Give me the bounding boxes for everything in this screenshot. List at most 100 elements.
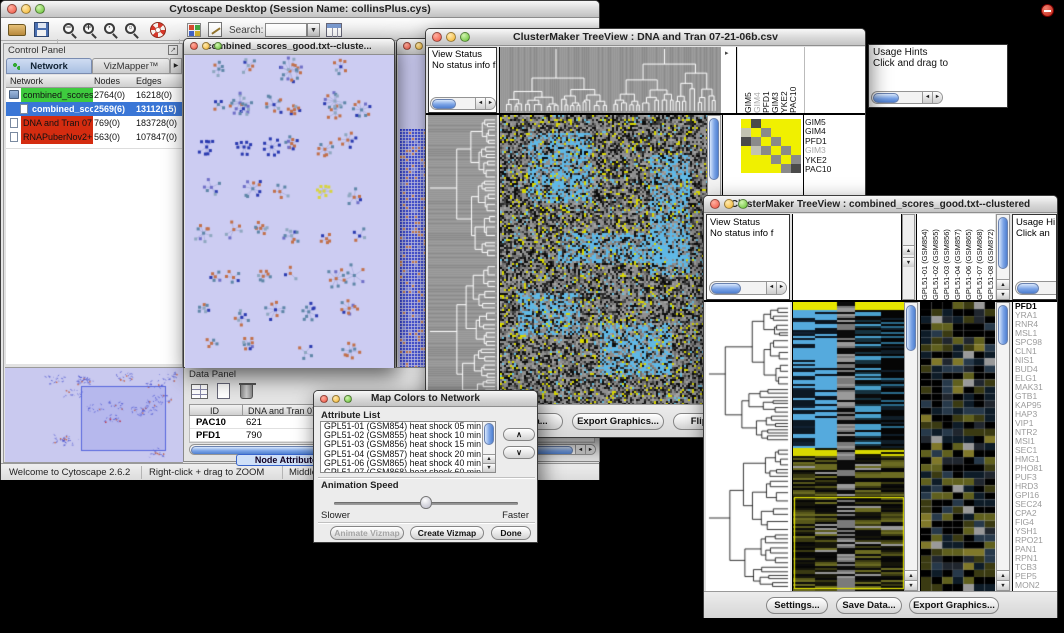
attribute-up-button[interactable]: ∧ xyxy=(503,428,535,441)
matrix-cell[interactable] xyxy=(741,146,751,155)
matrix-cell[interactable] xyxy=(741,128,751,137)
scroll-left-icon[interactable]: ◄ xyxy=(922,92,932,103)
matrix-cell[interactable] xyxy=(741,155,751,164)
table-browser-icon[interactable] xyxy=(326,23,342,37)
scroll-right-icon[interactable]: ► xyxy=(932,92,942,103)
matrix-cell[interactable] xyxy=(781,137,791,146)
tab-network[interactable]: Network xyxy=(6,58,92,74)
scroll-down-icon[interactable]: ▼ xyxy=(905,580,917,590)
zoom-fit-icon[interactable]: ▫ xyxy=(125,23,136,34)
gene-label[interactable]: ELG1 xyxy=(1015,374,1057,383)
tv2-settings-button[interactable]: Settings... xyxy=(766,597,828,614)
matrix-cell[interactable] xyxy=(791,119,801,128)
gene-label[interactable]: NIS1 xyxy=(1015,356,1057,365)
matrix-cell[interactable] xyxy=(791,155,801,164)
attribute-vscroll-thumb[interactable] xyxy=(484,423,494,445)
birdseye-view[interactable] xyxy=(5,367,183,462)
tv2-heatmap-vscroll-thumb[interactable] xyxy=(906,305,916,351)
gene-label[interactable]: KAP95 xyxy=(1015,401,1057,410)
tv2-gene-list[interactable]: PFD1YRA1RNR4MSL1SPC98CLN1NIS1BUD4ELG1MAK… xyxy=(1012,302,1057,591)
tab-more-button[interactable]: ▶ xyxy=(170,58,182,74)
treeview2-window-controls[interactable] xyxy=(710,199,748,209)
zoom-window-icon[interactable] xyxy=(35,4,45,14)
gene-label[interactable]: MAK31 xyxy=(1015,383,1057,392)
tv2-zoom-heatmap[interactable] xyxy=(920,302,994,591)
matrix-cell[interactable] xyxy=(771,137,781,146)
map-dialog-titlebar[interactable]: Map Colors to Network xyxy=(314,391,537,407)
matrix-cell[interactable] xyxy=(761,164,771,173)
annotation-icon[interactable] xyxy=(208,22,222,37)
map-dialog-window-controls[interactable] xyxy=(320,395,352,403)
matrix-cell[interactable] xyxy=(781,128,791,137)
zoom-out-icon[interactable]: − xyxy=(63,23,74,34)
attribute-item[interactable]: GPL51-03 (GSM856) heat shock 15 min xyxy=(321,440,481,449)
gene-label[interactable]: NTR2 xyxy=(1015,428,1057,437)
attribute-vscrollbar[interactable]: ▲ ▼ xyxy=(482,422,495,472)
fragment-hscroll-thumb[interactable] xyxy=(873,93,899,103)
gene-label[interactable]: HMG1 xyxy=(1015,455,1057,464)
tv2-collabel-vscroll-thumb[interactable] xyxy=(998,217,1008,269)
gene-label[interactable]: CLN1 xyxy=(1015,347,1057,356)
minimize-icon[interactable] xyxy=(724,199,734,209)
scroll-right-icon[interactable]: ► xyxy=(585,445,595,454)
tv2-heatmap-vscrollbar[interactable]: ▲ ▼ xyxy=(904,302,918,591)
tv2-colarea-arrows[interactable]: ▲ ▼ xyxy=(902,214,915,300)
tv2-global-heatmap[interactable] xyxy=(792,302,904,591)
matrix-cell[interactable] xyxy=(741,137,751,146)
attribute-down-button[interactable]: ∨ xyxy=(503,446,535,459)
network-row[interactable]: combined_sco2569(6)13112(15) xyxy=(6,102,182,116)
zoom-window-icon[interactable] xyxy=(460,32,470,42)
close-icon[interactable] xyxy=(320,395,328,403)
scroll-left-icon[interactable]: ◄ xyxy=(766,282,776,294)
gene-label[interactable]: YSH1 xyxy=(1015,527,1057,536)
tv2-export-graphics-button[interactable]: Export Graphics... xyxy=(909,597,999,614)
treeview2-titlebar[interactable]: ClusterMaker TreeView : combined_scores_… xyxy=(704,196,1057,213)
gene-label[interactable]: PHO81 xyxy=(1015,464,1057,473)
close-icon[interactable] xyxy=(190,42,198,50)
treeview1-titlebar[interactable]: ClusterMaker TreeView : DNA and Tran 07-… xyxy=(426,29,865,46)
gene-label[interactable]: SPC98 xyxy=(1015,338,1057,347)
minimize-icon[interactable] xyxy=(446,32,456,42)
scroll-left-icon[interactable]: ◄ xyxy=(475,98,485,109)
gene-label[interactable]: TCB3 xyxy=(1015,563,1057,572)
zoom-window-icon[interactable] xyxy=(344,395,352,403)
matrix-cell[interactable] xyxy=(761,128,771,137)
help-lifering-icon[interactable] xyxy=(150,22,166,38)
search-dropdown[interactable]: ▼ xyxy=(307,23,320,37)
attribute-item[interactable]: GPL51-01 (GSM854) heat shock 05 min xyxy=(321,422,481,431)
minimize-icon[interactable] xyxy=(21,4,31,14)
gene-label[interactable]: HAP3 xyxy=(1015,410,1057,419)
matrix-cell[interactable] xyxy=(771,119,781,128)
gene-label[interactable]: CPA2 xyxy=(1015,509,1057,518)
gene-label[interactable]: MSL1 xyxy=(1015,329,1057,338)
matrix-cell[interactable] xyxy=(751,146,761,155)
matrix-cell[interactable] xyxy=(761,137,771,146)
gene-label[interactable]: BUD4 xyxy=(1015,365,1057,374)
matrix-cell[interactable] xyxy=(771,128,781,137)
matrix-cell[interactable] xyxy=(751,164,761,173)
network1-window-controls[interactable] xyxy=(190,42,222,50)
gene-label[interactable]: SEC24 xyxy=(1015,500,1057,509)
zoom-window-icon[interactable] xyxy=(738,199,748,209)
tv2-status-hscrollbar[interactable]: ◄ ► xyxy=(709,281,787,295)
tv2-zoom-vscroll-thumb[interactable] xyxy=(998,305,1008,345)
close-icon[interactable] xyxy=(403,42,411,50)
create-vizmap-button[interactable]: Create Vizmap xyxy=(410,526,484,540)
network-row[interactable]: RNAPuberNov2+!563(0)107847(0) xyxy=(6,130,182,144)
dp-new-doc-icon[interactable] xyxy=(217,383,230,399)
matrix-cell[interactable] xyxy=(761,119,771,128)
gene-label[interactable]: GPI16 xyxy=(1015,491,1057,500)
dp-grid-icon[interactable] xyxy=(191,384,208,399)
tv2-zoom-vscrollbar[interactable]: ▲ ▼ xyxy=(996,302,1010,591)
tv1-status-hscroll-thumb[interactable] xyxy=(432,99,456,109)
close-icon[interactable] xyxy=(432,32,442,42)
tv1-export-graphics-button[interactable]: Export Graphics... xyxy=(572,413,664,430)
tv1-row-dendrogram[interactable] xyxy=(428,115,497,404)
gene-label[interactable]: VIP1 xyxy=(1015,419,1057,428)
zoom-in-icon[interactable]: + xyxy=(83,23,94,34)
scroll-up-icon[interactable]: ▲ xyxy=(483,454,495,463)
gene-label[interactable]: PFD1 xyxy=(1015,302,1057,311)
network1-titlebar[interactable]: combined_scores_good.txt--cluste... xyxy=(184,39,394,55)
tv1-global-heatmap[interactable] xyxy=(499,115,707,404)
matrix-cell[interactable] xyxy=(791,146,801,155)
